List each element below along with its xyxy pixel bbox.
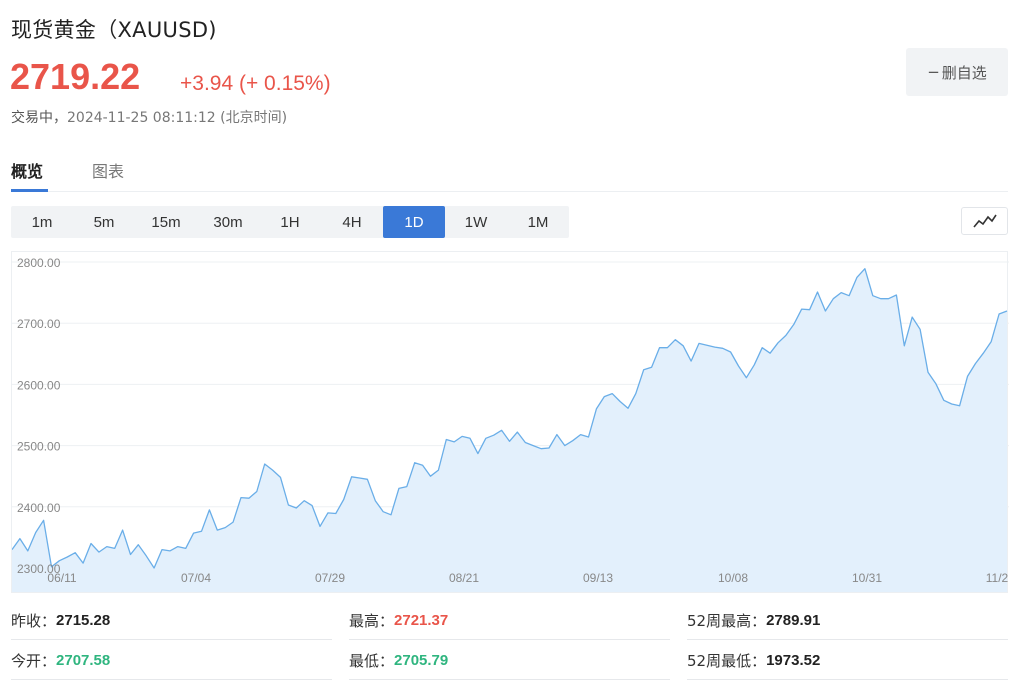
line-chart-icon xyxy=(972,214,997,228)
y-tick-label: 2600.00 xyxy=(17,378,61,392)
stat-value: 1973.52 xyxy=(766,652,821,669)
stat-high: 最高： 2721.37 xyxy=(349,602,670,640)
y-tick-label: 2400.00 xyxy=(17,501,61,515)
trading-status: 交易中，2024-11-25 08:11:12 (北京时间) xyxy=(11,107,287,127)
y-tick-label: 2500.00 xyxy=(17,440,61,454)
x-tick-label: 07/04 xyxy=(181,571,211,585)
period-1w[interactable]: 1W xyxy=(445,206,507,238)
x-tick-label: 10/08 xyxy=(718,571,748,585)
x-tick-label: 07/29 xyxy=(315,571,345,585)
stat-label: 最低： xyxy=(349,652,395,670)
stat-label: 今开： xyxy=(11,652,57,670)
period-30m[interactable]: 30m xyxy=(197,206,259,238)
period-selector: 1m 5m 15m 30m 1H 4H 1D 1W 1M xyxy=(11,206,569,238)
status-text: 交易中， xyxy=(11,110,67,126)
status-timestamp: 2024-11-25 08:11:12 (北京时间) xyxy=(67,110,288,126)
price-change: +3.94 (+ 0.15%) xyxy=(180,72,331,95)
tab-bar: 概览 图表 xyxy=(11,152,1008,192)
stat-label: 最高： xyxy=(349,612,395,630)
x-tick-label: 09/13 xyxy=(583,571,613,585)
period-4h[interactable]: 4H xyxy=(321,206,383,238)
stat-value: 2705.79 xyxy=(394,652,449,669)
price-chart: 2800.00 2700.00 2600.00 2500.00 2400.00 2300.… xyxy=(11,251,1009,593)
period-15m[interactable]: 15m xyxy=(135,206,197,238)
remove-watchlist-label: 删自选 xyxy=(941,63,987,82)
stat-prev-close: 昨收： 2715.28 xyxy=(11,602,332,640)
period-1d[interactable]: 1D xyxy=(383,206,445,238)
period-1m[interactable]: 1m xyxy=(11,206,73,238)
period-1h[interactable]: 1H xyxy=(259,206,321,238)
stat-value: 2715.28 xyxy=(56,612,111,629)
tab-overview[interactable]: 概览 xyxy=(11,158,43,182)
active-tab-indicator xyxy=(11,189,48,192)
tab-chart[interactable]: 图表 xyxy=(92,158,124,182)
price-chart-svg: 2800.002700.002600.002500.002400.002300.… xyxy=(12,256,1009,592)
stat-value: 2721.37 xyxy=(394,612,449,629)
stat-label: 52周最低： xyxy=(687,652,767,670)
remove-watchlist-button[interactable]: − 删自选 xyxy=(906,48,1008,96)
stat-value: 2789.91 xyxy=(766,612,821,629)
y-tick-label: 2700.00 xyxy=(17,317,61,331)
stat-open: 今开： 2707.58 xyxy=(11,642,332,680)
stat-value: 2707.58 xyxy=(56,652,111,669)
period-5m[interactable]: 5m xyxy=(73,206,135,238)
x-tick-label: 08/21 xyxy=(449,571,479,585)
instrument-title: 现货黄金（XAUUSD) xyxy=(11,18,217,42)
x-tick-label: 11/2 xyxy=(986,571,1009,585)
stat-52w-high: 52周最高： 2789.91 xyxy=(687,602,1008,640)
price-area xyxy=(12,268,1007,592)
stat-label: 昨收： xyxy=(11,612,57,630)
minus-icon: − xyxy=(927,63,940,81)
stat-label: 52周最高： xyxy=(687,612,767,630)
y-tick-label: 2800.00 xyxy=(17,256,61,270)
x-tick-label: 06/11 xyxy=(47,571,76,585)
period-1mo[interactable]: 1M xyxy=(507,206,569,238)
last-price: 2719.22 xyxy=(10,56,141,97)
stat-low: 最低： 2705.79 xyxy=(349,642,670,680)
stat-52w-low: 52周最低： 1973.52 xyxy=(687,642,1008,680)
x-tick-label: 10/31 xyxy=(852,571,882,585)
chart-type-button[interactable] xyxy=(961,207,1008,235)
